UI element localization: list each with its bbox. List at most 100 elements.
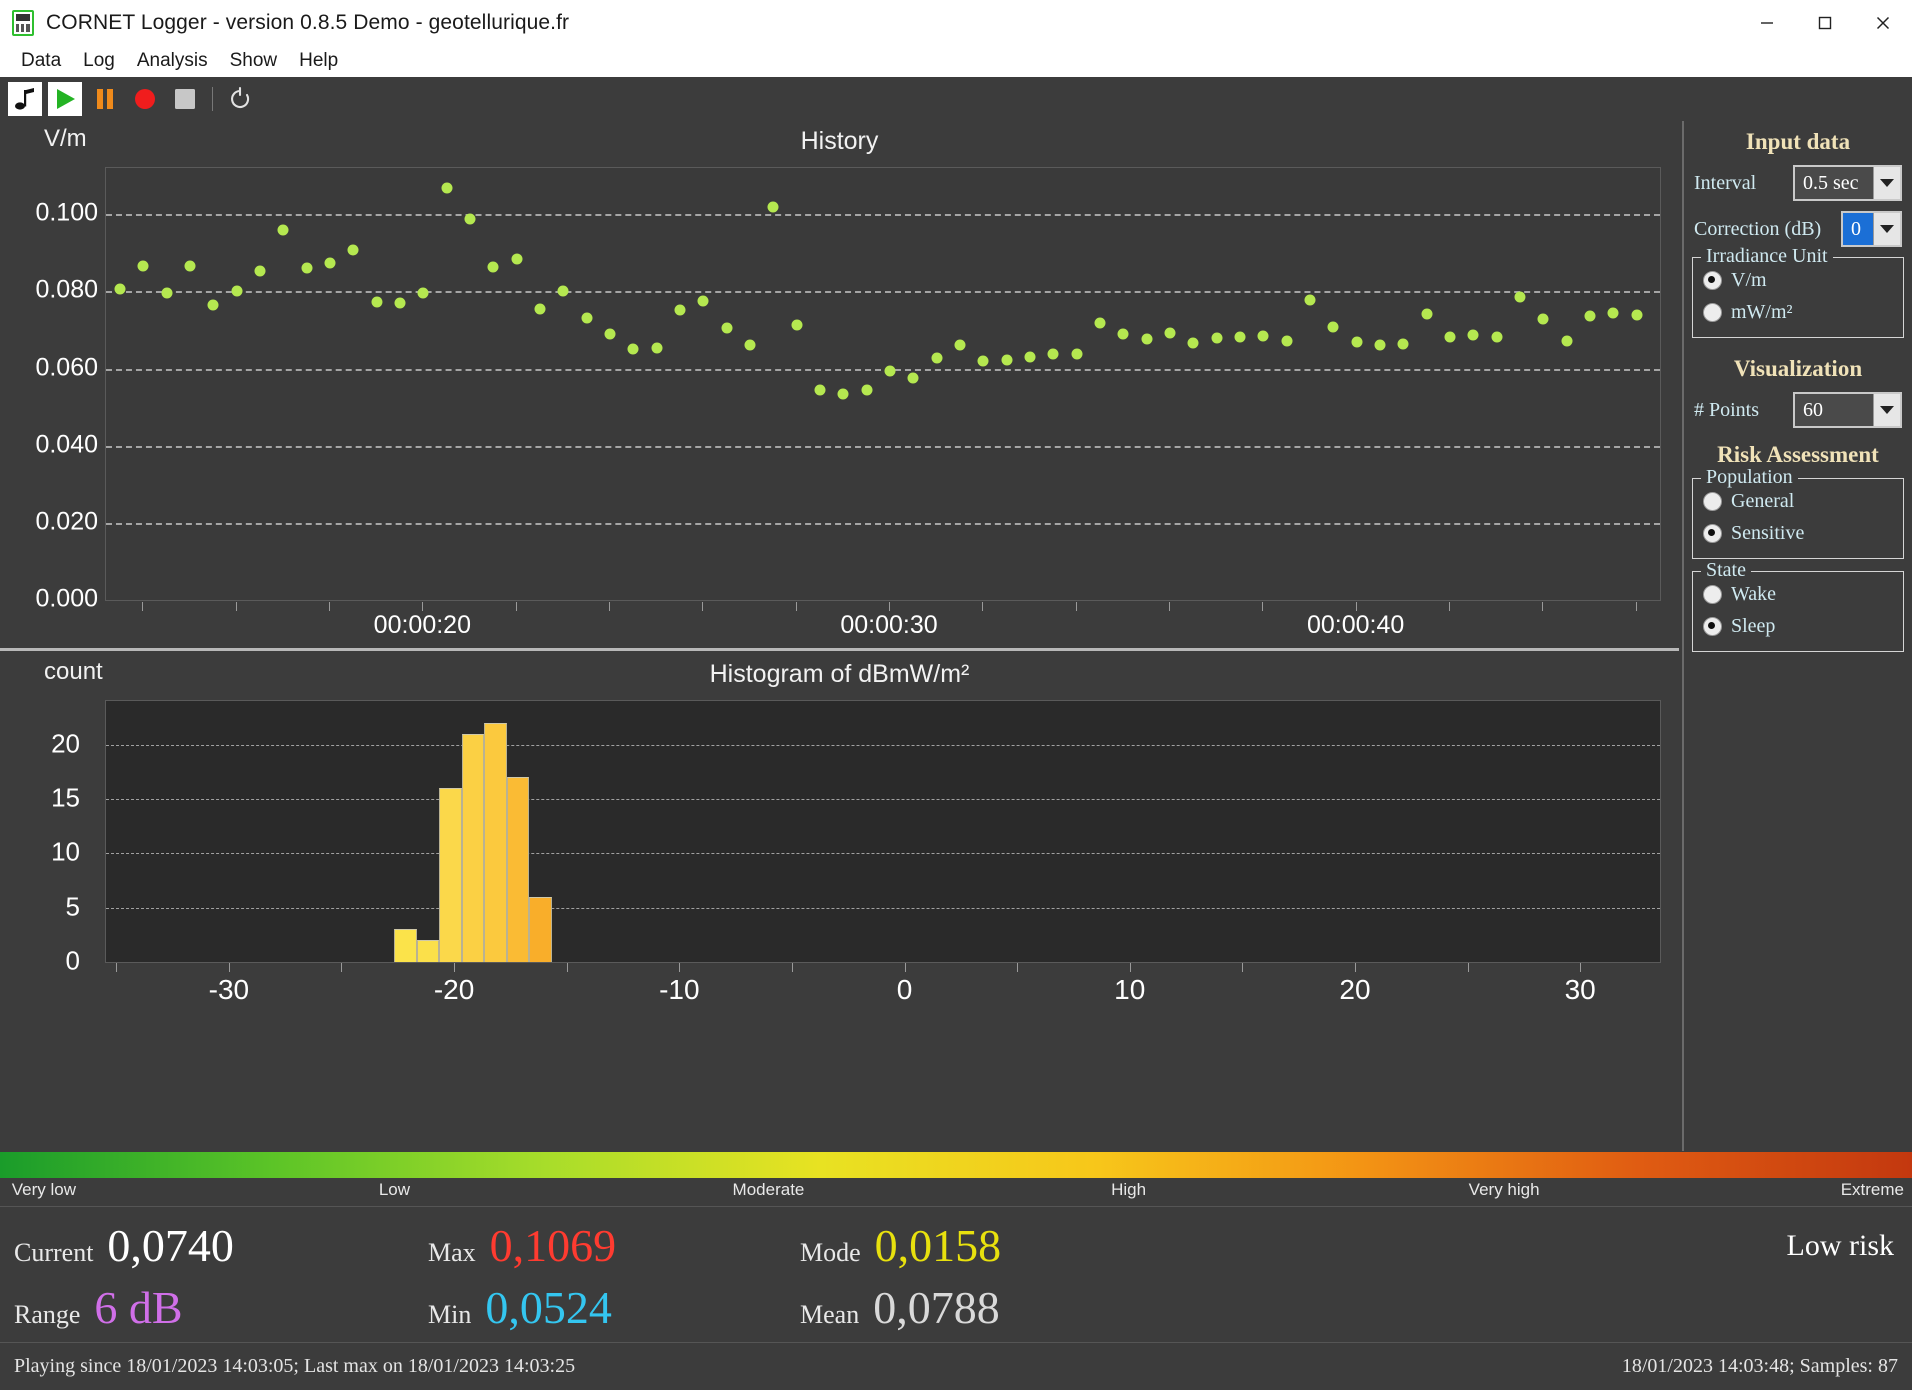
window-title: CORNET Logger - version 0.8.5 Demo - geo… [46, 10, 570, 34]
menu-show[interactable]: Show [219, 45, 289, 77]
history-data-point [557, 285, 569, 297]
histogram-gridline [106, 744, 1660, 746]
history-x-tick-label: 00:00:30 [840, 611, 938, 639]
stop-icon[interactable] [168, 82, 202, 116]
histogram-plot-area[interactable] [105, 700, 1661, 963]
history-y-tick-label: 0.060 [35, 353, 98, 382]
history-data-point [1047, 348, 1059, 360]
histogram-y-tick-label: 10 [51, 836, 80, 867]
state-option-wake[interactable]: Wake [1703, 583, 1895, 606]
history-data-point [1281, 335, 1293, 347]
stat-current-value: 0,0740 [107, 1220, 234, 1271]
history-x-tick-mark [1262, 602, 1264, 611]
radio-icon[interactable] [1703, 492, 1722, 511]
reset-icon[interactable] [223, 82, 257, 116]
histogram-chart-panel: count Histogram of dBmW/m² 0 5 10 15 20 -30-… [0, 654, 1679, 1005]
history-x-tick-mark [1449, 602, 1450, 611]
history-x-tick-mark [1542, 602, 1544, 611]
history-x-tick-mark [702, 602, 704, 611]
risk-scale-label-4: Very high [1468, 1180, 1540, 1199]
irradiance-option-vm[interactable]: V/m [1703, 269, 1895, 292]
maximize-button[interactable] [1796, 0, 1854, 45]
radio-icon[interactable] [1703, 303, 1722, 322]
histogram-x-tick-mark [228, 963, 230, 972]
stat-current-label: Current [14, 1238, 94, 1267]
population-option-sensitive-label: Sensitive [1731, 522, 1805, 544]
histogram-x-tick-mark [116, 963, 118, 972]
histogram-x-tick-label: 20 [1339, 974, 1371, 1005]
history-gridline [106, 214, 1660, 217]
play-icon[interactable] [48, 82, 82, 116]
histogram-x-tick-mark [1580, 963, 1582, 972]
history-plot-area[interactable] [105, 167, 1661, 601]
histogram-y-tick-label: 20 [51, 728, 80, 758]
interval-select[interactable]: 0.5 sec [1793, 165, 1902, 201]
history-data-point [1491, 331, 1503, 343]
history-y-tick-label: 0.080 [35, 275, 98, 304]
risk-status-label: Low risk [1786, 1229, 1895, 1262]
histogram-y-tick-label: 5 [65, 891, 80, 922]
state-option-sleep[interactable]: Sleep [1703, 615, 1895, 638]
record-icon[interactable] [128, 82, 162, 116]
history-data-point [814, 384, 826, 396]
history-data-point [907, 372, 919, 384]
history-x-tick-label: 00:00:20 [373, 611, 471, 639]
history-data-point [1397, 338, 1409, 350]
history-gridline [106, 291, 1660, 294]
history-data-point [604, 328, 616, 340]
points-select[interactable]: 60 [1793, 392, 1902, 428]
stat-max-value: 0,1069 [489, 1220, 617, 1271]
history-gridline [106, 445, 1660, 448]
histogram-x-tick-mark [566, 963, 568, 972]
state-group: State Wake Sleep [1692, 559, 1904, 652]
histogram-x-tick-mark [904, 963, 906, 972]
history-data-point [324, 257, 336, 269]
radio-icon[interactable] [1703, 524, 1722, 543]
minimize-button[interactable] [1738, 0, 1796, 45]
correction-value[interactable]: 0 [1843, 213, 1873, 245]
history-data-point [1631, 309, 1643, 321]
histogram-x-tick-label: -20 [433, 974, 475, 1005]
histogram-chart-title: Histogram of dBmW/m² [709, 660, 970, 688]
history-y-tick-label: 0.040 [35, 430, 98, 459]
histogram-x-tick-label: 10 [1114, 974, 1146, 1005]
history-data-point [1071, 348, 1083, 360]
history-data-point [1234, 331, 1246, 343]
close-button[interactable] [1854, 0, 1912, 45]
menu-help[interactable]: Help [288, 45, 349, 77]
population-option-general[interactable]: General [1703, 490, 1895, 513]
stat-mode: Mode 0,0158 [800, 1223, 1001, 1269]
history-data-point [1001, 354, 1013, 366]
correction-select[interactable]: 0 [1841, 211, 1902, 247]
chevron-down-icon[interactable] [1873, 394, 1900, 426]
radio-icon[interactable] [1703, 617, 1722, 636]
histogram-bar [506, 777, 530, 962]
status-left-text: Playing since 18/01/2023 14:03:05; Last … [14, 1355, 576, 1377]
history-data-point [651, 342, 663, 354]
histogram-x-tick-mark [1467, 963, 1469, 972]
state-option-wake-label: Wake [1731, 583, 1777, 605]
chevron-down-icon[interactable] [1873, 213, 1900, 245]
radio-icon[interactable] [1703, 271, 1722, 290]
stat-mean-label: Mean [800, 1300, 860, 1329]
history-x-tick-mark [609, 602, 610, 611]
pause-icon[interactable] [88, 82, 122, 116]
history-data-point [837, 388, 849, 400]
radio-icon[interactable] [1703, 585, 1722, 604]
history-data-point [697, 295, 709, 307]
chevron-down-icon[interactable] [1873, 167, 1900, 199]
history-data-point [767, 201, 779, 213]
histogram-bar [394, 929, 417, 962]
menu-data[interactable]: Data [10, 45, 72, 77]
menu-analysis[interactable]: Analysis [126, 45, 219, 77]
irradiance-option-mwm2[interactable]: mW/m² [1703, 301, 1895, 324]
sound-icon[interactable] [8, 82, 42, 116]
stat-range-value: 6 dB [94, 1282, 183, 1333]
history-data-point [581, 312, 593, 324]
menu-log[interactable]: Log [72, 45, 126, 77]
risk-gradient-bar [0, 1152, 1912, 1178]
stat-mean-value: 0,0788 [873, 1282, 1000, 1333]
population-option-sensitive[interactable]: Sensitive [1703, 522, 1895, 545]
history-data-point [301, 262, 313, 274]
history-gridline [106, 522, 1660, 525]
